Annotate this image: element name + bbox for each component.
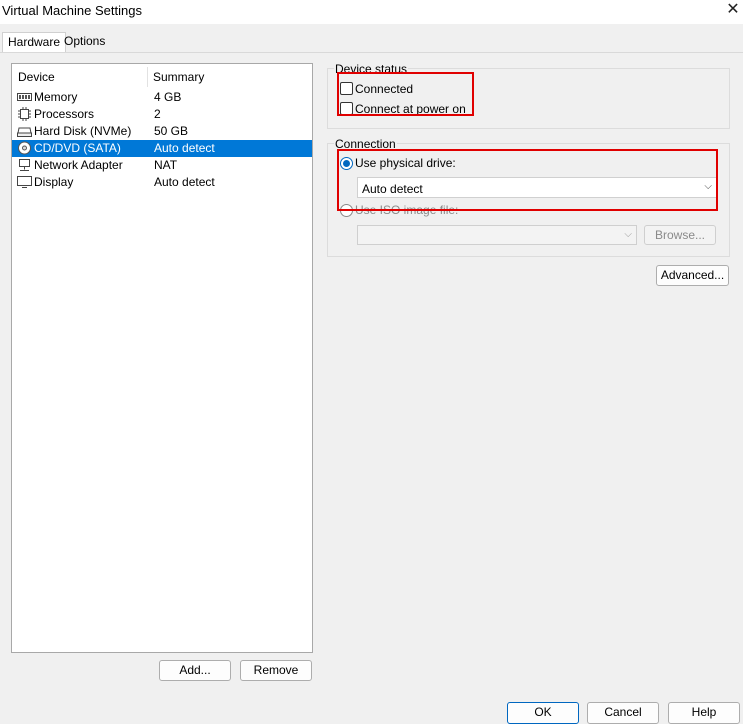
device-status-title: Device status: [334, 62, 409, 76]
connected-checkbox[interactable]: [340, 82, 353, 95]
iso-image-select[interactable]: ⌵: [357, 225, 637, 245]
device-row-network-adapter[interactable]: Network Adapter NAT: [12, 157, 312, 174]
column-header-device[interactable]: Device: [18, 70, 55, 84]
title-bar: Virtual Machine Settings ✕: [0, 0, 743, 24]
device-name: CD/DVD (SATA): [34, 140, 121, 157]
help-button[interactable]: Help: [668, 702, 740, 724]
chevron-down-icon: ⌵: [704, 181, 712, 192]
connection-title: Connection: [334, 137, 397, 151]
tab-divider: [0, 52, 743, 53]
use-iso-image-label[interactable]: Use ISO image file:: [355, 203, 458, 217]
device-list-header: Device Summary: [12, 64, 312, 88]
use-physical-drive-label[interactable]: Use physical drive:: [355, 156, 456, 170]
use-physical-drive-radio[interactable]: [340, 157, 353, 170]
display-icon: [17, 175, 32, 189]
device-name: Hard Disk (NVMe): [34, 124, 132, 138]
device-summary: Auto detect: [154, 141, 215, 155]
advanced-button[interactable]: Advanced...: [656, 265, 729, 286]
device-summary: 4 GB: [154, 90, 182, 104]
remove-device-button[interactable]: Remove: [240, 660, 312, 681]
browse-button[interactable]: Browse...: [644, 225, 716, 245]
device-status-group: [327, 68, 730, 129]
device-summary: 50 GB: [154, 124, 189, 138]
connect-at-power-on-checkbox[interactable]: [340, 102, 353, 115]
network-adapter-icon: [17, 158, 32, 172]
column-header-summary[interactable]: Summary: [153, 70, 204, 84]
window-title: Virtual Machine Settings: [2, 3, 142, 18]
device-summary: Auto detect: [154, 175, 215, 189]
tab-options[interactable]: Options: [59, 32, 110, 52]
hard-disk-icon: [17, 124, 32, 138]
ok-button[interactable]: OK: [507, 702, 579, 724]
tab-hardware[interactable]: Hardware: [2, 32, 67, 53]
column-separator[interactable]: [147, 67, 148, 87]
close-icon[interactable]: ✕: [724, 0, 742, 22]
add-device-button[interactable]: Add...: [159, 660, 231, 681]
physical-drive-value: Auto detect: [362, 182, 423, 196]
device-summary: NAT: [154, 158, 178, 172]
physical-drive-select[interactable]: Auto detect ⌵: [357, 177, 717, 198]
chevron-down-icon: ⌵: [624, 229, 632, 240]
device-row-hard-disk[interactable]: Hard Disk (NVMe) 50 GB: [12, 123, 312, 140]
device-name: Display: [34, 175, 74, 189]
device-list[interactable]: Device Summary Memory 4 GB Processors 2 …: [11, 63, 313, 653]
device-summary: 2: [154, 107, 161, 121]
device-row-processors[interactable]: Processors 2: [12, 106, 312, 123]
processor-icon: [17, 107, 32, 121]
use-iso-image-radio[interactable]: [340, 204, 353, 217]
device-row-display[interactable]: Display Auto detect: [12, 174, 312, 191]
cd-dvd-icon: [17, 141, 32, 155]
connect-at-power-on-label[interactable]: Connect at power on: [355, 102, 466, 116]
memory-icon: [17, 90, 32, 104]
cancel-button[interactable]: Cancel: [587, 702, 659, 724]
device-name: Memory: [34, 90, 78, 104]
device-name: Processors: [34, 107, 95, 121]
connected-label[interactable]: Connected: [355, 82, 413, 96]
device-row-cd-dvd[interactable]: CD/DVD (SATA) Auto detect: [12, 140, 312, 157]
device-row-memory[interactable]: Memory 4 GB: [12, 89, 312, 106]
device-name: Network Adapter: [34, 158, 123, 172]
